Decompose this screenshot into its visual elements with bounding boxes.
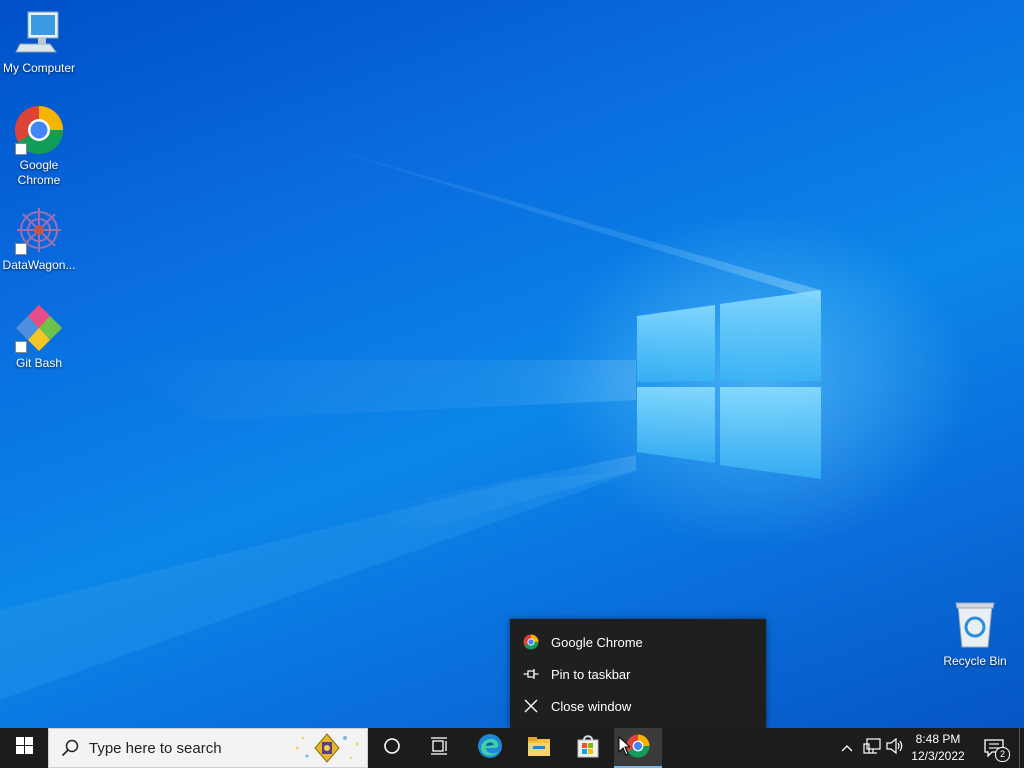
- chevron-up-icon: [841, 739, 853, 757]
- file-explorer-icon: [527, 735, 551, 762]
- network-icon: [863, 737, 881, 759]
- clock-time: 8:48 PM: [915, 732, 961, 746]
- desktop-icon-git-bash[interactable]: Git Bash: [0, 303, 78, 371]
- pin-icon: [523, 666, 539, 682]
- desktop-icon-label: Git Bash: [15, 356, 63, 370]
- shortcut-arrow-icon: [15, 341, 27, 353]
- cortana-circle-icon: [383, 737, 401, 760]
- close-icon: [523, 698, 539, 714]
- notification-count-badge: 2: [995, 747, 1010, 762]
- desktop-icon-label: My Computer: [2, 61, 76, 75]
- taskbar-search-box[interactable]: Type here to search: [48, 728, 368, 768]
- mouse-cursor-icon: [618, 735, 632, 761]
- taskbar-app-edge[interactable]: [466, 728, 514, 768]
- jumplist-item-google-chrome[interactable]: Google Chrome: [510, 627, 766, 657]
- search-highlight-icon: [291, 730, 363, 766]
- volume-button[interactable]: [884, 728, 906, 768]
- taskbar-app-chrome[interactable]: [614, 728, 662, 768]
- desktop-icon-label: Recycle Bin: [943, 654, 1007, 668]
- chrome-jump-list-menu: Google Chrome Pin to taskbar Close windo…: [510, 619, 766, 728]
- desktop-icon-datawagon[interactable]: DataWagon...: [0, 205, 78, 273]
- notifications-icon: 2: [984, 739, 1010, 762]
- start-button[interactable]: [0, 728, 48, 768]
- computer-icon: [14, 8, 64, 58]
- store-icon: [576, 734, 600, 763]
- task-view-button[interactable]: [416, 728, 464, 768]
- datawagon-icon: [14, 205, 64, 255]
- shortcut-arrow-icon: [15, 243, 27, 255]
- jumplist-item-label: Pin to taskbar: [551, 666, 631, 682]
- git-bash-icon: [14, 303, 64, 353]
- jumplist-item-label: Google Chrome: [551, 634, 643, 650]
- search-placeholder: Type here to search: [89, 739, 222, 757]
- chrome-icon: [14, 105, 64, 155]
- desktop-icon-google-chrome[interactable]: Google Chrome: [0, 105, 78, 188]
- taskbar-app-store[interactable]: [564, 728, 612, 768]
- task-view-icon: [430, 736, 450, 760]
- clock-date: 12/3/2022: [911, 749, 965, 763]
- cortana-button[interactable]: [368, 728, 416, 768]
- jumplist-item-label: Close window: [551, 698, 632, 714]
- taskbar-app-file-explorer[interactable]: [515, 728, 563, 768]
- action-center-button[interactable]: 2: [972, 728, 1016, 768]
- show-hidden-icons-button[interactable]: [836, 728, 858, 768]
- show-desktop-button[interactable]: [1019, 728, 1024, 768]
- edge-icon: [477, 733, 503, 764]
- desktop-icon-label: Google Chrome: [17, 158, 61, 187]
- taskbar: Type here to search 8:48 PM 12/3/2022 2: [0, 728, 1024, 768]
- speaker-icon: [886, 737, 904, 759]
- clock[interactable]: 8:48 PM 12/3/2022: [906, 731, 970, 765]
- desktop: My Computer Google Chrome DataWagon... G…: [0, 0, 1024, 728]
- network-button[interactable]: [860, 728, 884, 768]
- recycle-bin-icon: [950, 601, 1000, 651]
- chrome-icon: [523, 634, 539, 650]
- shortcut-arrow-icon: [15, 143, 27, 155]
- desktop-icon-label: DataWagon...: [2, 258, 76, 272]
- windows-logo-icon: [15, 737, 33, 759]
- desktop-icon-my-computer[interactable]: My Computer: [0, 8, 78, 76]
- jumplist-item-pin-to-taskbar[interactable]: Pin to taskbar: [510, 659, 766, 689]
- desktop-icon-recycle-bin[interactable]: Recycle Bin: [936, 601, 1014, 669]
- search-icon: [61, 739, 79, 757]
- jumplist-item-close-window[interactable]: Close window: [510, 691, 766, 721]
